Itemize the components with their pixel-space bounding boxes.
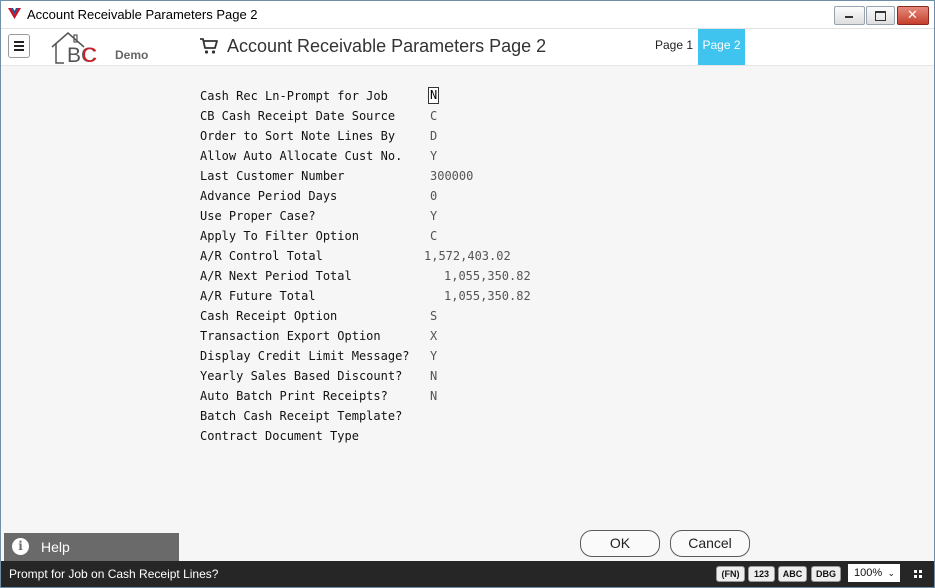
- window-title: Account Receivable Parameters Page 2: [27, 7, 258, 22]
- field-label: Contract Document Type: [200, 429, 359, 443]
- field-value[interactable]: D: [430, 129, 437, 143]
- field-value: 1,055,350.82: [444, 289, 531, 303]
- field-value[interactable]: C: [430, 229, 437, 243]
- field-label: A/R Control Total: [200, 249, 323, 263]
- maximize-icon: [875, 11, 886, 21]
- field-label: Display Credit Limit Message?: [200, 349, 410, 363]
- tab-page-2[interactable]: Page 2: [698, 29, 745, 65]
- field-value[interactable]: Y: [430, 149, 437, 163]
- field-label: Use Proper Case?: [200, 209, 316, 223]
- field-value[interactable]: N: [430, 369, 437, 383]
- field-value[interactable]: S: [430, 309, 437, 323]
- grid-icon[interactable]: [914, 570, 922, 578]
- info-icon: i: [12, 538, 29, 555]
- field-label: A/R Future Total: [200, 289, 316, 303]
- field-label: Allow Auto Allocate Cust No.: [200, 149, 403, 163]
- title-bar: Account Receivable Parameters Page 2 ✕: [1, 1, 934, 29]
- hamburger-icon: [14, 41, 24, 43]
- shopping-cart-icon: [200, 38, 218, 54]
- hamburger-menu-button[interactable]: [8, 34, 30, 58]
- field-value[interactable]: Y: [430, 349, 437, 363]
- field-label: Last Customer Number: [200, 169, 345, 183]
- minimize-icon: [845, 16, 853, 18]
- logo-demo-label: Demo: [115, 48, 149, 62]
- help-label: Help: [41, 539, 70, 555]
- chevron-down-icon: ⌄: [887, 568, 895, 578]
- field-label: Cash Receipt Option: [200, 309, 338, 323]
- field-label: Apply To Filter Option: [200, 229, 359, 243]
- field-value[interactable]: 0: [430, 189, 437, 203]
- field-value[interactable]: N: [430, 389, 437, 403]
- field-value: 1,055,350.82: [444, 269, 531, 283]
- tab-page-1[interactable]: Page 1: [651, 29, 697, 65]
- field-label: Yearly Sales Based Discount?: [200, 369, 403, 383]
- field-label: Transaction Export Option: [200, 329, 381, 343]
- status-bar: Prompt for Job on Cash Receipt Lines? (F…: [1, 561, 934, 587]
- debug-badge[interactable]: DBG: [811, 566, 841, 582]
- field-value[interactable]: X: [430, 329, 437, 343]
- help-panel-toggle[interactable]: i Help: [4, 533, 179, 561]
- field-label: Batch Cash Receipt Template?: [200, 409, 403, 423]
- maximize-button[interactable]: [866, 6, 895, 25]
- svg-text:C: C: [82, 44, 97, 65]
- status-message: Prompt for Job on Cash Receipt Lines?: [9, 567, 219, 581]
- field-label: Order to Sort Note Lines By: [200, 129, 396, 143]
- field-value[interactable]: Y: [430, 209, 437, 223]
- field-label: Advance Period Days: [200, 189, 338, 203]
- field-label: Auto Batch Print Receipts?: [200, 389, 388, 403]
- minimize-button[interactable]: [834, 6, 865, 25]
- app-window: Account Receivable Parameters Page 2 ✕ B…: [0, 0, 935, 588]
- field-value: 1,572,403.02: [424, 249, 511, 263]
- close-button[interactable]: ✕: [897, 6, 929, 25]
- field-label: CB Cash Receipt Date Source: [200, 109, 396, 123]
- page-title: Account Receivable Parameters Page 2: [227, 36, 547, 56]
- fn-badge[interactable]: (FN): [716, 566, 745, 582]
- field-value[interactable]: C: [430, 109, 437, 123]
- numeric-mode-badge[interactable]: 123: [748, 566, 775, 582]
- close-icon: ✕: [907, 7, 918, 22]
- zoom-select[interactable]: 100% ⌄: [848, 564, 900, 582]
- caps-mode-badge[interactable]: ABC: [778, 566, 807, 582]
- company-logo: BC C: [51, 32, 97, 65]
- cancel-button[interactable]: Cancel: [670, 530, 750, 557]
- app-header: BC C Demo Account Receivable Parameters …: [1, 29, 934, 66]
- field-label: A/R Next Period Total: [200, 269, 352, 283]
- field-label: Cash Rec Ln-Prompt for Job: [200, 89, 388, 103]
- zoom-value: 100%: [854, 567, 883, 579]
- app-logo-icon: [8, 8, 21, 19]
- ok-button[interactable]: OK: [580, 530, 660, 557]
- field-value[interactable]: 300000: [430, 169, 473, 183]
- cash-rec-prompt-job-input[interactable]: N: [428, 87, 440, 104]
